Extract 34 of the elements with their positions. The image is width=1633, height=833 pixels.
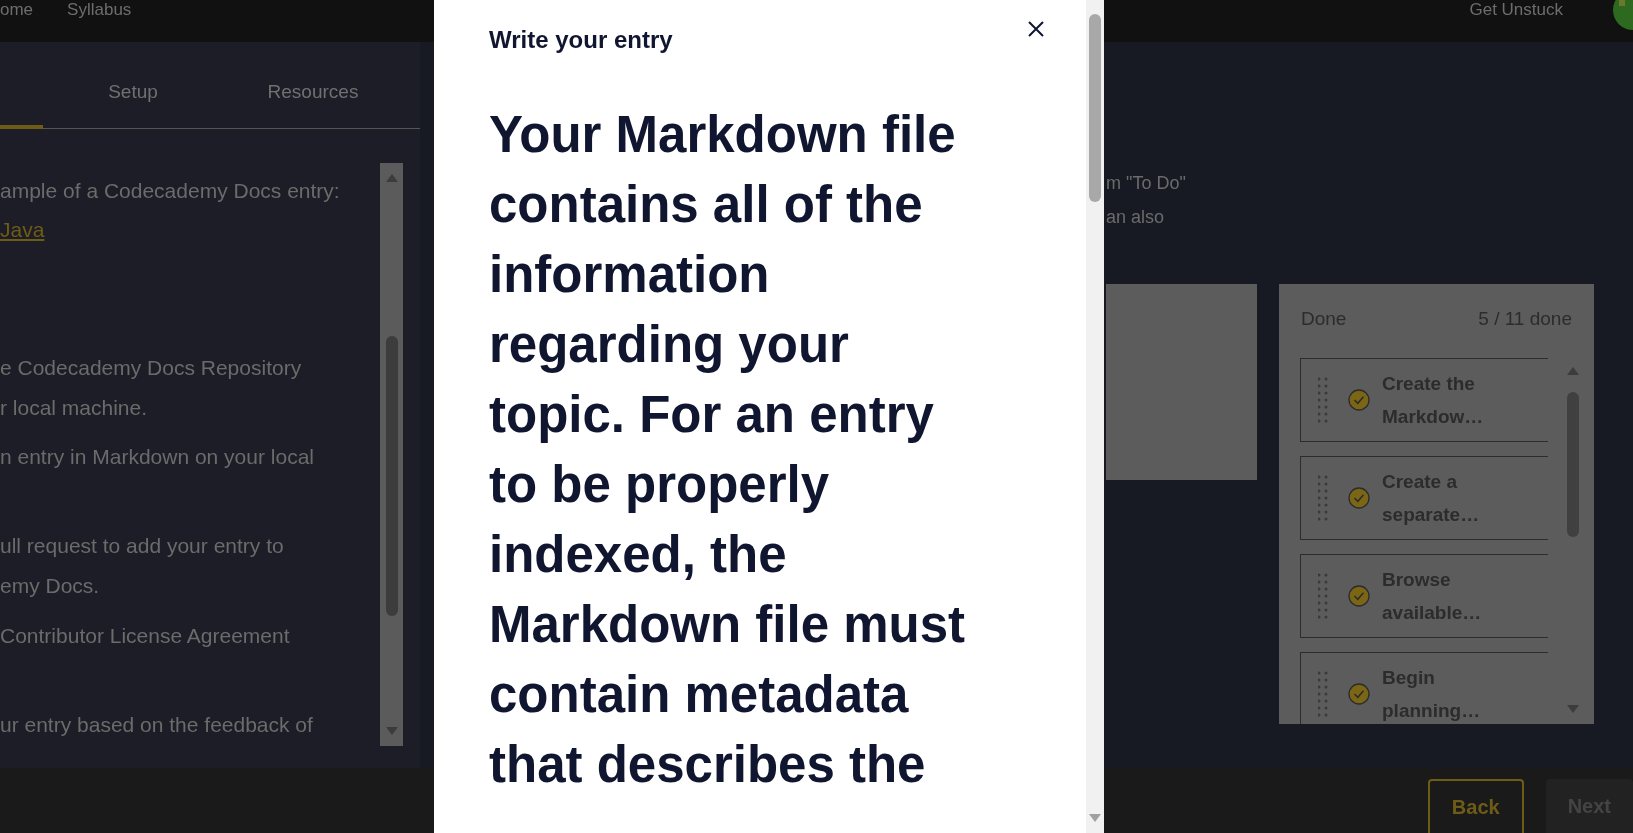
scrollbar-thumb[interactable] bbox=[1567, 392, 1579, 537]
scrollbar[interactable] bbox=[380, 163, 403, 746]
instruction-text: n entry in Markdown on your local bbox=[0, 444, 315, 470]
tab[interactable]: Resources bbox=[223, 81, 403, 129]
nav-link[interactable]: Syllabus bbox=[67, 1, 132, 19]
scroll-down-icon[interactable] bbox=[1566, 704, 1580, 714]
drag-handle-icon[interactable] bbox=[1318, 376, 1328, 424]
instruction-text: ull request to add your entry to bbox=[0, 533, 285, 559]
tab[interactable]: Setup bbox=[43, 81, 223, 129]
scroll-down-icon[interactable] bbox=[384, 726, 399, 736]
help-link[interactable]: Get Unstuck bbox=[1469, 1, 1563, 19]
scrollbar-thumb[interactable] bbox=[385, 336, 398, 616]
instruction-text: Contributor License Agreement bbox=[0, 623, 291, 649]
back-button[interactable]: Back bbox=[1427, 779, 1524, 833]
scrollbar-thumb[interactable] bbox=[1089, 14, 1101, 202]
instruction-text: m "To Do" bbox=[1106, 172, 1187, 195]
drag-handle-icon[interactable] bbox=[1318, 572, 1328, 620]
modal-body-text: Your Markdown file contains all of the information regarding your topic. For an entry to be properly indexed, the Markdown file must contain metadata that describes the bbox=[489, 105, 967, 795]
nav-link[interactable]: ome bbox=[0, 1, 34, 19]
instruction-text: emy Docs. bbox=[0, 573, 101, 599]
close-icon bbox=[1028, 21, 1044, 37]
instruction-text: ur entry based on the feedback of bbox=[0, 712, 314, 738]
instruction-text: ample of a Codecademy Docs entry: bbox=[0, 178, 341, 204]
instruction-text: e Codecademy Docs Repository bbox=[0, 355, 303, 381]
docs-link[interactable]: Java bbox=[0, 218, 45, 241]
drag-handle-icon[interactable] bbox=[1318, 670, 1328, 718]
scroll-down-icon[interactable] bbox=[1088, 813, 1102, 823]
drag-handle-icon[interactable] bbox=[1318, 474, 1328, 522]
scroll-up-icon[interactable] bbox=[384, 173, 399, 183]
scrollbar[interactable] bbox=[1086, 0, 1104, 833]
instruction-text: an also bbox=[1106, 206, 1166, 229]
instruction-text: r local machine. bbox=[0, 395, 149, 421]
scroll-up-icon[interactable] bbox=[1566, 366, 1580, 376]
modal-title: Write your entry bbox=[489, 26, 673, 54]
